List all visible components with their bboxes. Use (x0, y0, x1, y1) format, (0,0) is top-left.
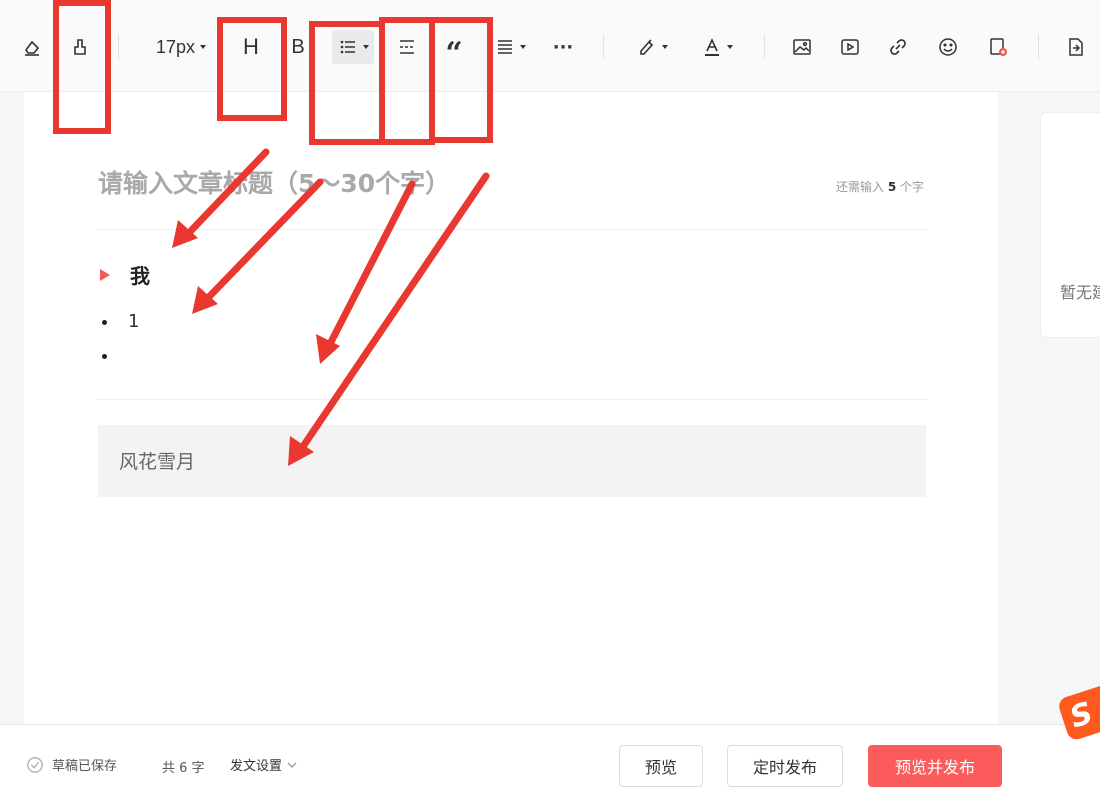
save-status-text: 草稿已保存 (52, 759, 118, 774)
heading-block[interactable]: 我 (100, 260, 150, 289)
highlight-icon (639, 39, 653, 55)
word-hint-suffix: 个字 (896, 180, 924, 194)
word-hint-prefix: 还需输入 (835, 180, 888, 194)
heading-text: 我 (130, 264, 150, 288)
word-hint: 还需输入 5 个字 (836, 178, 924, 195)
font-size-value: 17px (155, 36, 196, 57)
image-icon[interactable] (790, 30, 814, 64)
publish-settings-label: 发文设置 (230, 759, 283, 774)
import-icon[interactable] (1064, 30, 1088, 64)
bold-icon: B (291, 35, 305, 58)
more-button[interactable]: ··· (550, 30, 576, 64)
quote-text: 风花雪月 (119, 451, 196, 473)
schedule-publish-button[interactable]: 定时发布 (727, 745, 843, 787)
emoji-icon[interactable] (936, 30, 960, 64)
check-circle-icon (27, 756, 43, 773)
quote-button[interactable]: “ (442, 30, 466, 69)
eraser-icon[interactable] (20, 30, 44, 64)
chevron-down-icon (726, 45, 733, 49)
quote-icon: “ (445, 36, 463, 71)
horizontal-divider (96, 399, 928, 400)
bullet-list-button[interactable] (332, 30, 374, 64)
align-button[interactable] (492, 30, 528, 64)
format-painter-icon[interactable] (68, 30, 92, 64)
sogou-logo-text: S (1065, 695, 1097, 736)
heading-icon: H (243, 34, 259, 59)
font-size-dropdown[interactable]: 17px (144, 30, 218, 64)
side-panel: 暂无建 (1040, 112, 1100, 338)
word-hint-count: 5 (887, 180, 897, 194)
align-icon (497, 40, 512, 54)
preview-button[interactable]: 预览 (619, 745, 703, 787)
heading-marker-icon (100, 268, 110, 281)
bullet-list[interactable]: 1 (100, 310, 139, 378)
video-icon[interactable] (838, 30, 862, 64)
font-color-button[interactable] (698, 30, 736, 64)
title-divider (96, 229, 928, 230)
list-item: 1 (100, 310, 139, 344)
toolbar-divider (118, 34, 119, 60)
bullet-list-icon (340, 40, 355, 54)
toolbar-divider (1038, 34, 1039, 60)
preview-and-publish-button[interactable]: 预览并发布 (868, 745, 1002, 787)
publish-settings-dropdown[interactable]: 发文设置 (230, 755, 298, 774)
bold-button[interactable]: B (288, 30, 308, 64)
chevron-down-icon (661, 45, 668, 49)
toolbar-divider (603, 34, 604, 60)
chevron-down-icon (519, 45, 526, 49)
font-color-icon (704, 38, 719, 56)
word-count: 共 6 字 (162, 761, 205, 776)
template-icon[interactable] (986, 30, 1010, 64)
list-item (100, 344, 139, 378)
chevron-down-icon (200, 45, 207, 49)
side-empty-text: 暂无建 (1060, 283, 1100, 302)
chevron-down-icon (287, 762, 297, 768)
chevron-down-icon (362, 45, 369, 49)
toolbar-divider (764, 34, 765, 60)
save-status: 草稿已保存 (26, 755, 117, 774)
quote-block[interactable]: 风花雪月 (98, 425, 926, 497)
bottom-bar: 草稿已保存 共 6 字 发文设置 预览 定时发布 预览并发布 (0, 724, 1100, 794)
more-icon: ··· (552, 36, 574, 58)
link-icon[interactable] (886, 30, 910, 64)
highlight-button[interactable] (634, 30, 670, 64)
editor-toolbar: 17px H B “ ··· (0, 0, 1100, 92)
heading-button[interactable]: H (238, 30, 264, 64)
divider-icon (400, 40, 414, 54)
title-input[interactable]: 请输入文章标题（5～30个字） (98, 164, 450, 200)
editor-paper: 请输入文章标题（5～30个字） 还需输入 5 个字 我 1 风花雪月 (24, 92, 998, 724)
divider-button[interactable] (396, 30, 418, 64)
